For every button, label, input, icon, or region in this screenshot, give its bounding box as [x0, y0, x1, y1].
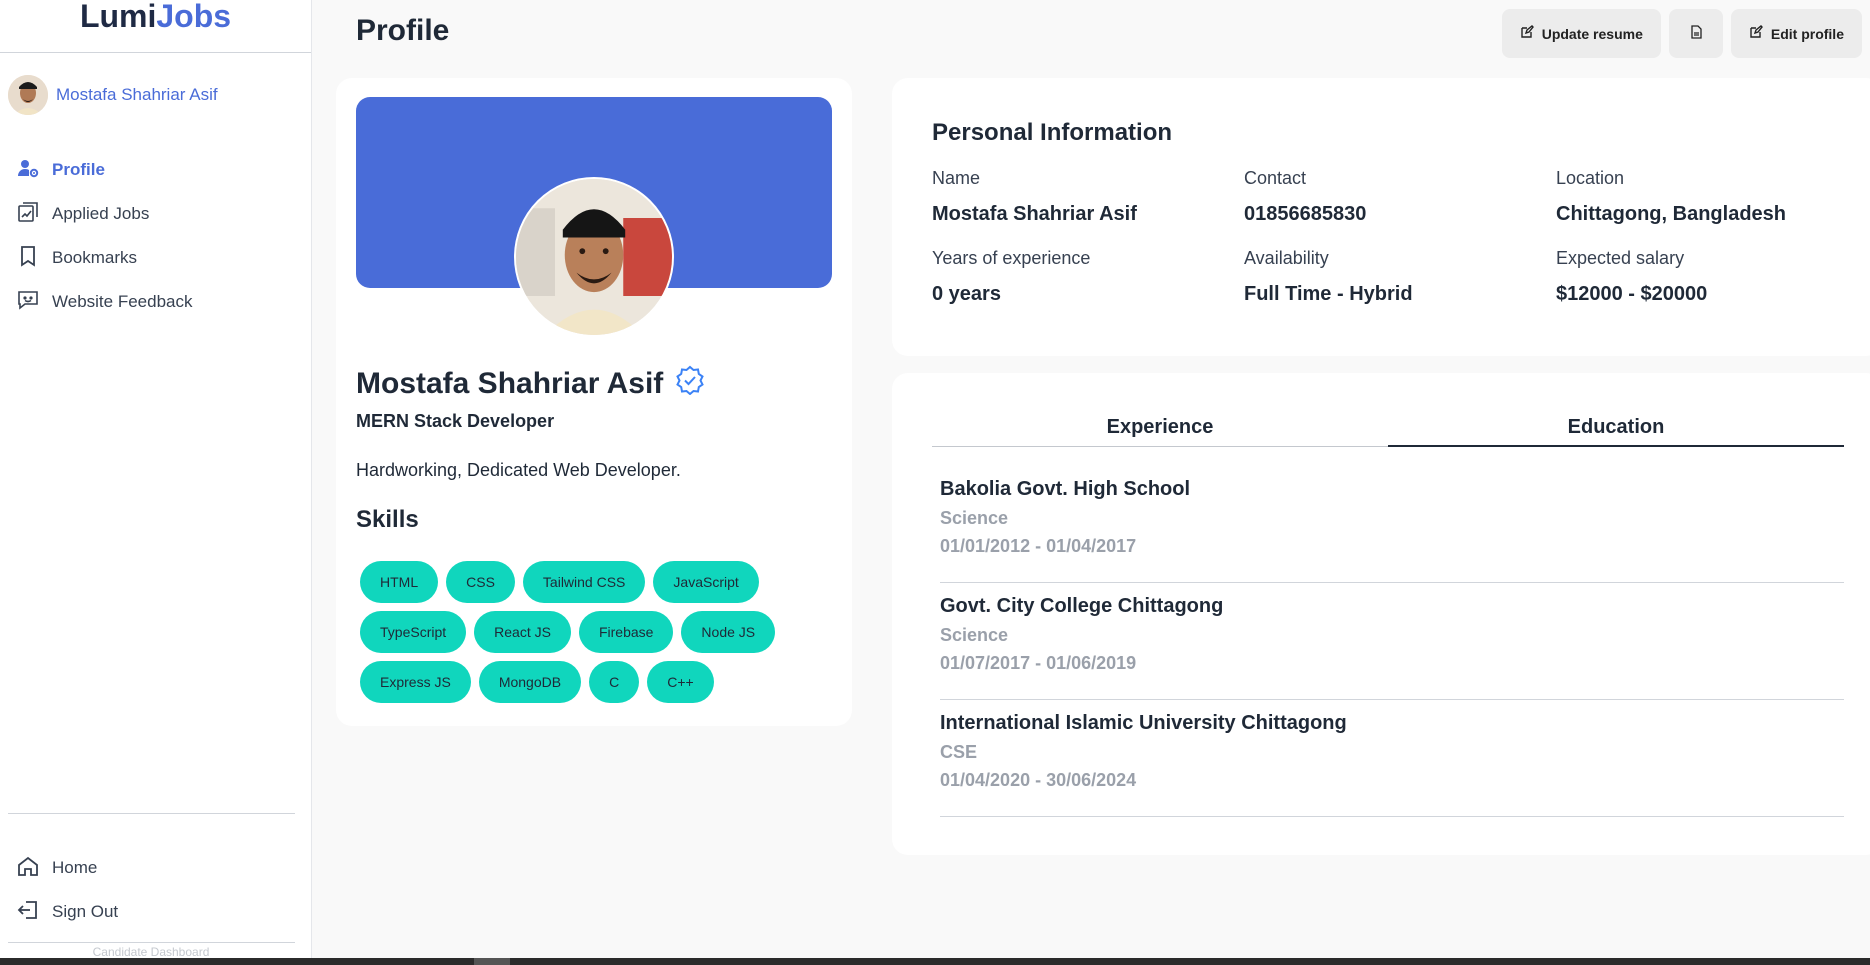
list-item: Bakolia Govt. High School Science 01/01/…: [940, 466, 1844, 583]
edit-icon: [1749, 25, 1763, 42]
avatar: [8, 75, 48, 115]
sidebar-item-label: Sign Out: [52, 902, 119, 921]
skills-heading: Skills: [356, 506, 419, 533]
skill-tag: MongoDB: [478, 661, 582, 703]
list-item: Govt. City College Chittagong Science 01…: [940, 583, 1844, 700]
applied-jobs-icon: [16, 200, 40, 229]
personal-info-grid: Name Mostafa Shahriar Asif Contact 01856…: [932, 168, 1870, 306]
skill-tag: React JS: [474, 611, 571, 653]
skill-tag: HTML: [360, 561, 439, 603]
list-item: International Islamic University Chittag…: [940, 700, 1844, 817]
sidebar-item-applied-jobs[interactable]: Applied Jobs: [16, 192, 296, 236]
info-field-experience: Years of experience 0 years: [932, 248, 1091, 305]
sidebar-user[interactable]: Mostafa Shahriar Asif: [8, 75, 218, 115]
personal-info-title: Personal Information: [932, 119, 1173, 146]
profile-bio: Hardworking, Dedicated Web Developer.: [356, 460, 681, 480]
info-field-salary: Expected salary $12000 - $20000: [1556, 248, 1708, 305]
skill-tag: TypeScript: [360, 611, 467, 653]
update-resume-button[interactable]: Update resume: [1501, 9, 1661, 58]
profile-card: Mostafa Shahriar Asif MERN Stack Develop…: [336, 78, 852, 726]
personal-info-card: Personal Information Name Mostafa Shahri…: [892, 78, 1870, 356]
education-institution: Govt. City College Chittagong: [940, 595, 1224, 617]
skill-tag: Firebase: [578, 611, 674, 653]
sidebar-nav: Profile Applied Jobs Bookmarks Website F…: [16, 148, 296, 324]
sidebar-item-label: Home: [52, 858, 98, 877]
bookmark-icon: [16, 244, 40, 273]
sidebar-footnote: Candidate Dashboard: [92, 945, 210, 959]
skill-tag: CSS: [446, 561, 515, 603]
feedback-icon: [16, 288, 40, 317]
tabs: Experience Education: [932, 416, 1844, 447]
sidebar-item-bookmarks[interactable]: Bookmarks: [16, 236, 296, 280]
skills-list: HTML CSS Tailwind CSS JavaScript TypeScr…: [356, 561, 832, 703]
skill-tag: Express JS: [360, 661, 471, 703]
profile-name: Mostafa Shahriar Asif: [356, 365, 705, 403]
sidebar-item-label: Applied Jobs: [52, 204, 150, 223]
sidebar: LumiJobs Mostafa Shahriar Asif Profile A: [0, 0, 312, 959]
skill-tag: Tailwind CSS: [522, 561, 646, 603]
education-dates: 01/07/2017 - 01/06/2019: [940, 653, 1137, 673]
sidebar-item-label: Website Feedback: [52, 292, 193, 311]
scrollbar-thumb[interactable]: [474, 958, 510, 965]
tab-education[interactable]: Education: [1388, 416, 1844, 447]
home-icon: [16, 854, 40, 883]
sidebar-item-label: Profile: [52, 160, 105, 179]
info-field-location: Location Chittagong, Bangladesh: [1556, 168, 1786, 225]
education-field: Science: [940, 625, 1009, 645]
edit-icon: [1520, 25, 1534, 42]
sidebar-item-sign-out[interactable]: Sign Out: [16, 890, 296, 934]
profile-avatar: [514, 177, 674, 337]
education-field: Science: [940, 508, 1009, 528]
info-field-contact: Contact 01856685830: [1244, 168, 1367, 225]
education-institution: Bakolia Govt. High School: [940, 478, 1191, 500]
edit-profile-button[interactable]: Edit profile: [1730, 9, 1862, 58]
page-title: Profile: [356, 14, 450, 47]
sidebar-item-website-feedback[interactable]: Website Feedback: [16, 280, 296, 324]
verified-badge-icon: [675, 365, 705, 403]
horizontal-scrollbar[interactable]: [0, 958, 1870, 965]
education-field: CSE: [940, 742, 978, 762]
sidebar-item-home[interactable]: Home: [16, 846, 296, 890]
sidebar-bottom-nav: Home Sign Out: [16, 846, 296, 934]
skill-tag: JavaScript: [653, 561, 759, 603]
education-institution: International Islamic University Chittag…: [940, 712, 1347, 734]
sidebar-divider: [8, 813, 295, 814]
sidebar-user-name: Mostafa Shahriar Asif: [56, 85, 218, 104]
skill-tag: C++: [647, 661, 714, 703]
skill-tag: Node JS: [681, 611, 776, 653]
info-field-name: Name Mostafa Shahriar Asif: [932, 168, 1137, 225]
sidebar-divider: [8, 942, 295, 943]
sidebar-item-label: Bookmarks: [52, 248, 138, 267]
profile-role: MERN Stack Developer: [356, 411, 555, 431]
tab-experience[interactable]: Experience: [932, 416, 1388, 447]
education-dates: 01/04/2020 - 30/06/2024: [940, 770, 1137, 790]
sidebar-item-profile[interactable]: Profile: [16, 148, 296, 192]
experience-education-card: Experience Education Bakolia Govt. High …: [892, 373, 1870, 855]
skill-tag: C: [589, 661, 640, 703]
brand-logo[interactable]: LumiJobs: [0, 0, 311, 53]
education-dates: 01/01/2012 - 01/04/2017: [940, 536, 1137, 556]
header-actions: Update resume Edit profile: [1501, 9, 1862, 58]
view-resume-button[interactable]: [1668, 9, 1723, 58]
sign-out-icon: [16, 898, 40, 927]
education-list: Bakolia Govt. High School Science 01/01/…: [940, 466, 1844, 817]
document-icon: [1689, 25, 1703, 42]
info-field-availability: Availability Full Time - Hybrid: [1244, 248, 1413, 305]
user-gear-icon: [16, 156, 40, 185]
